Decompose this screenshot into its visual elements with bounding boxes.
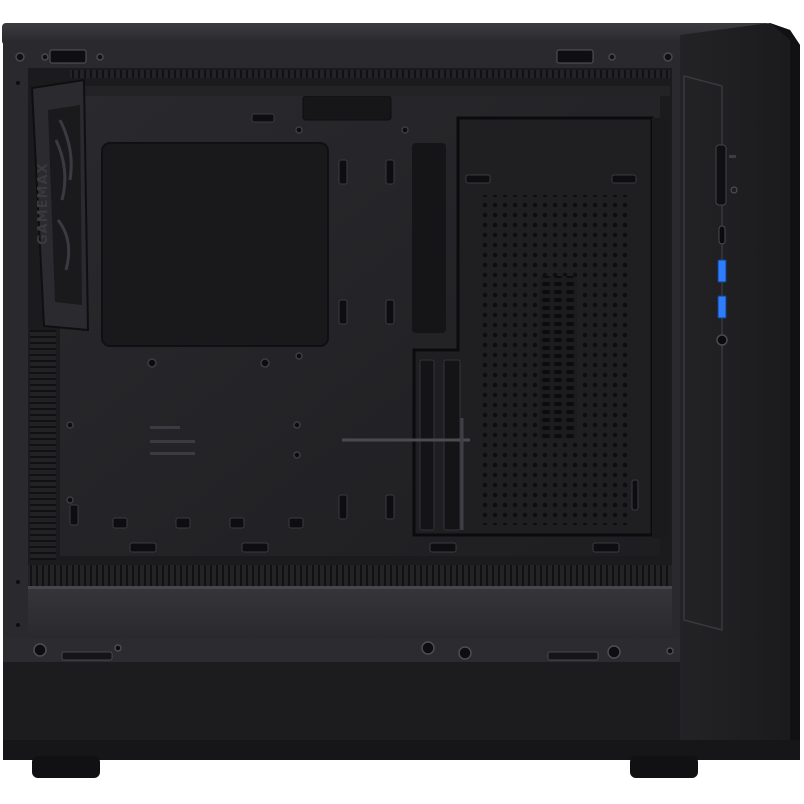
left-foot [32,756,100,778]
shroud-highlight [28,586,672,589]
rear-mesh-slots [539,276,577,439]
interior-top-rail [60,86,670,96]
fan-brand-mark: GAMEMAX [36,162,51,245]
usb-port-icon-2[interactable] [717,295,727,319]
power-led [729,155,736,158]
psu-shroud [28,586,672,638]
cpu-cutout [101,142,329,347]
usb-c-port-icon[interactable] [718,225,726,245]
front-panel [680,23,800,760]
top-vent [70,70,670,78]
cable-cutout-tall [412,143,446,333]
audio-jack-icon[interactable] [716,334,728,346]
right-foot [630,756,698,778]
strut-right [443,359,461,531]
psu-shroud-vent [28,565,672,587]
power-button[interactable] [715,144,727,206]
pc-case-illustration: GAMEMAX [2,23,800,778]
usb-port-icon[interactable] [717,259,727,283]
top-cable-cutout [302,95,392,121]
top-panel [2,23,770,45]
left-vent-column [30,330,56,560]
interior-right-rail [652,118,670,538]
strut-left [419,359,435,531]
